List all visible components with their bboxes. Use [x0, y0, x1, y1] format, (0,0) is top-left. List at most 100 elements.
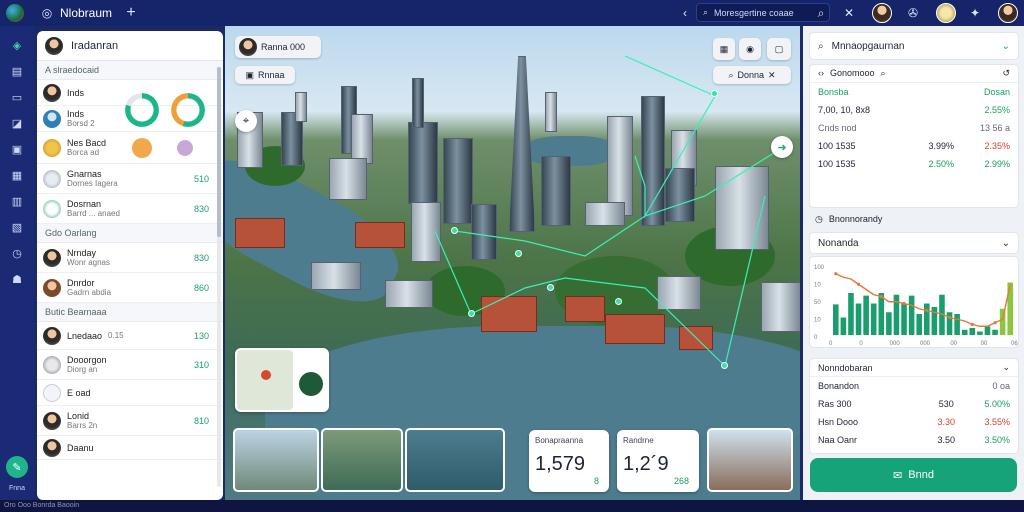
table-header: Bonsba Dosan	[810, 83, 1018, 101]
list-item[interactable]: E oad	[37, 380, 223, 406]
layers-icon[interactable]: ◈	[8, 36, 26, 54]
item-label: Dooorgon	[67, 355, 107, 365]
thumbnail[interactable]	[405, 428, 505, 492]
cell: Cnds nod	[818, 123, 857, 133]
list-item[interactable]: Dooorgon Diorg an 310	[37, 350, 223, 380]
table-row[interactable]: 100 1535 3.99% 2.35%	[810, 137, 1018, 155]
close-icon[interactable]: ✕	[840, 4, 858, 22]
locate-button[interactable]: ⌖	[235, 110, 257, 132]
section-header: A slraedocaid	[37, 61, 223, 80]
chart-icon[interactable]: ▧	[8, 218, 26, 236]
chart-bar	[946, 312, 953, 335]
progress-donut	[125, 93, 159, 127]
next-button[interactable]: ➜	[771, 136, 793, 158]
list-item[interactable]: Dosrnan Barrd ... anaed 830	[37, 194, 223, 224]
minimap[interactable]	[235, 348, 329, 412]
refresh-icon[interactable]: ↺	[1002, 68, 1010, 79]
user-chip[interactable]: Ranna 000	[235, 36, 321, 58]
stat-card[interactable]: Randrne 1,2´9 268	[617, 430, 699, 492]
search-icon[interactable]: ⌕	[812, 4, 830, 22]
back-icon[interactable]: ‹	[676, 4, 694, 22]
dropdown[interactable]: ⌕ Mnnaopgaurnan ⌄	[809, 32, 1019, 60]
list-item[interactable]: Nrnday Wonr agnas 830	[37, 243, 223, 273]
left-panel: Iradanran A slraedocaid Inds Inds Borsd 2…	[37, 31, 223, 500]
notification-avatar[interactable]	[936, 3, 956, 23]
thumbnail[interactable]	[321, 428, 403, 492]
item-label: E oad	[67, 387, 91, 398]
grid-icon[interactable]: ◎	[38, 4, 56, 22]
table-row[interactable]: Cnds nod 13 56 a	[810, 119, 1018, 137]
inbox-icon[interactable]: ▤	[8, 62, 26, 80]
stat-card[interactable]: Bonapraanna 1,579 8	[529, 430, 609, 492]
section-header: Butic Bearnaaa	[37, 303, 223, 322]
search-chip[interactable]: ‹› Gonomooo ⌕	[818, 68, 886, 79]
chevron-down-icon[interactable]: ⌄	[1002, 362, 1010, 373]
global-search[interactable]: ⌕ Moresgertine coaae	[696, 3, 830, 22]
tag-icon[interactable]: ◪	[8, 114, 26, 132]
map-node[interactable]	[547, 284, 554, 291]
search-icon: ⌕	[880, 68, 886, 78]
item-label: Dnrdor	[67, 278, 95, 288]
map-node[interactable]	[451, 227, 458, 234]
map-node[interactable]	[468, 310, 475, 317]
trend-point	[947, 315, 952, 320]
x-tick-label: 000	[890, 341, 901, 347]
list-item[interactable]: Dnrdor Gadrn abdia 860	[37, 273, 223, 303]
table-row[interactable]: 7,00, 10, 8x8 2.55%	[810, 101, 1018, 119]
grid-view-button[interactable]: ▦	[713, 38, 735, 60]
item-sub: Borca ad	[67, 148, 100, 157]
primary-action-button[interactable]: ✉ Bnnd	[810, 458, 1017, 492]
fullscreen-button[interactable]: ▢	[767, 38, 791, 60]
table-row[interactable]: Bonandon 0 oa	[810, 377, 1018, 395]
filter-chip[interactable]: ▣ Rnnaa	[235, 66, 295, 84]
table-row[interactable]: Naa Oanr 3.50 3.50%	[810, 431, 1018, 449]
table-row[interactable]: 100 1535 2.50% 2.99%	[810, 155, 1018, 173]
profile-avatar[interactable]	[998, 3, 1018, 23]
table-row[interactable]: Hsn Dooo 3.30 3.55%	[810, 413, 1018, 431]
scrollbar[interactable]	[217, 67, 221, 487]
scrollbar-thumb[interactable]	[217, 67, 221, 237]
pin-button[interactable]: ◉	[739, 38, 761, 60]
book-icon[interactable]: ▭	[8, 88, 26, 106]
list-item[interactable]: Nes Bacd Borca ad	[37, 132, 223, 164]
item-value: 860	[193, 282, 209, 293]
avatar	[43, 169, 61, 188]
cell: Bonandon	[818, 381, 860, 391]
x-tick-label: 0	[859, 341, 863, 347]
section-header: Gdo Oarlang	[37, 224, 223, 243]
globe-icon[interactable]: ✇	[904, 4, 922, 22]
table-toolbar: ‹› Gonomooo ⌕ ↺	[810, 65, 1018, 83]
list-item[interactable]: Lonid Barrs 2n 810	[37, 406, 223, 436]
list-item[interactable]: Lnedaao 0.15 130	[37, 322, 223, 350]
cell: 2.35%	[984, 141, 1010, 151]
item-value: 130	[193, 330, 209, 341]
map-node[interactable]	[615, 298, 622, 305]
chart-dropdown[interactable]: Nonanda ⌄	[809, 232, 1019, 254]
map-node[interactable]	[515, 250, 522, 257]
settings-icon[interactable]: ☗	[8, 270, 26, 288]
table-row[interactable]: Ras 300 530 5.00%	[810, 395, 1018, 413]
item-sub: Borsd 2	[67, 119, 95, 128]
thumbnail[interactable]	[233, 428, 319, 492]
map-view[interactable]: Ranna 000 ▣ Rnnaa ▦ ◉ ▢ ⌕ Donna ✕ ⌖ ➜ Bo…	[225, 26, 800, 500]
list-item[interactable]: Gnarnas Dornes Iagera 510	[37, 164, 223, 194]
chart-bar	[878, 293, 885, 335]
compose-button[interactable]: ✎	[6, 456, 28, 478]
cell: 5.00%	[984, 399, 1010, 409]
map-node[interactable]	[711, 90, 718, 97]
stat-title: Randrne	[623, 436, 654, 445]
building-icon[interactable]: ▥	[8, 192, 26, 210]
sparkle-icon[interactable]: ✦	[966, 4, 984, 22]
add-icon[interactable]: +	[122, 4, 140, 22]
image-icon[interactable]: ▣	[8, 140, 26, 158]
avatar[interactable]	[872, 3, 892, 23]
item-sub: Dornes Iagera	[67, 179, 118, 188]
list-item[interactable]: Daanu	[37, 436, 223, 460]
map-node[interactable]	[721, 362, 728, 369]
avatar	[43, 83, 61, 102]
thumbnail[interactable]	[707, 428, 793, 492]
briefcase-icon[interactable]: ▦	[8, 166, 26, 184]
legend-chip[interactable]: ⌕ Donna ✕	[713, 66, 791, 84]
clock-icon[interactable]: ◷	[8, 244, 26, 262]
search-icon: ⌕	[703, 7, 709, 17]
